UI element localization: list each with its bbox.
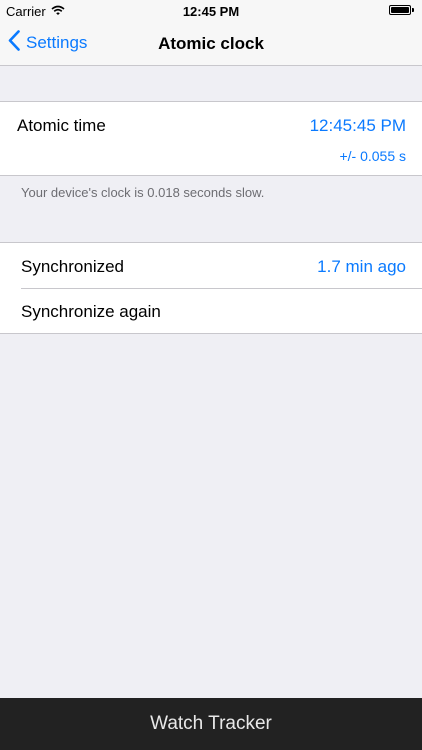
nav-bar: Settings Atomic clock (0, 22, 422, 66)
synchronized-value: 1.7 min ago (317, 257, 406, 276)
status-time: 12:45 PM (182, 4, 240, 19)
battery-icon (389, 5, 414, 15)
clock-offset-note: Your device's clock is 0.018 seconds slo… (21, 185, 265, 200)
sync-group: Synchronized 1.7 min ago Synchronize aga… (0, 242, 422, 334)
atomic-time-value: 12:45:45 PM (309, 116, 406, 135)
watch-tracker-button[interactable]: Watch Tracker (0, 698, 422, 750)
synchronize-again-label: Synchronize again (21, 302, 161, 321)
synchronize-again-row[interactable]: Synchronize again (0, 289, 422, 333)
atomic-time-accuracy: +/- 0.055 s (339, 148, 406, 164)
atomic-time-label: Atomic time (17, 116, 106, 135)
atomic-time-group: Atomic time 12:45:45 PM +/- 0.055 s (0, 101, 422, 176)
synchronized-row: Synchronized 1.7 min ago (0, 243, 422, 289)
battery-level (391, 7, 409, 13)
synchronized-label: Synchronized (21, 257, 125, 276)
status-bar: Carrier 12:45 PM (0, 0, 422, 22)
page-title: Atomic clock (158, 34, 264, 53)
